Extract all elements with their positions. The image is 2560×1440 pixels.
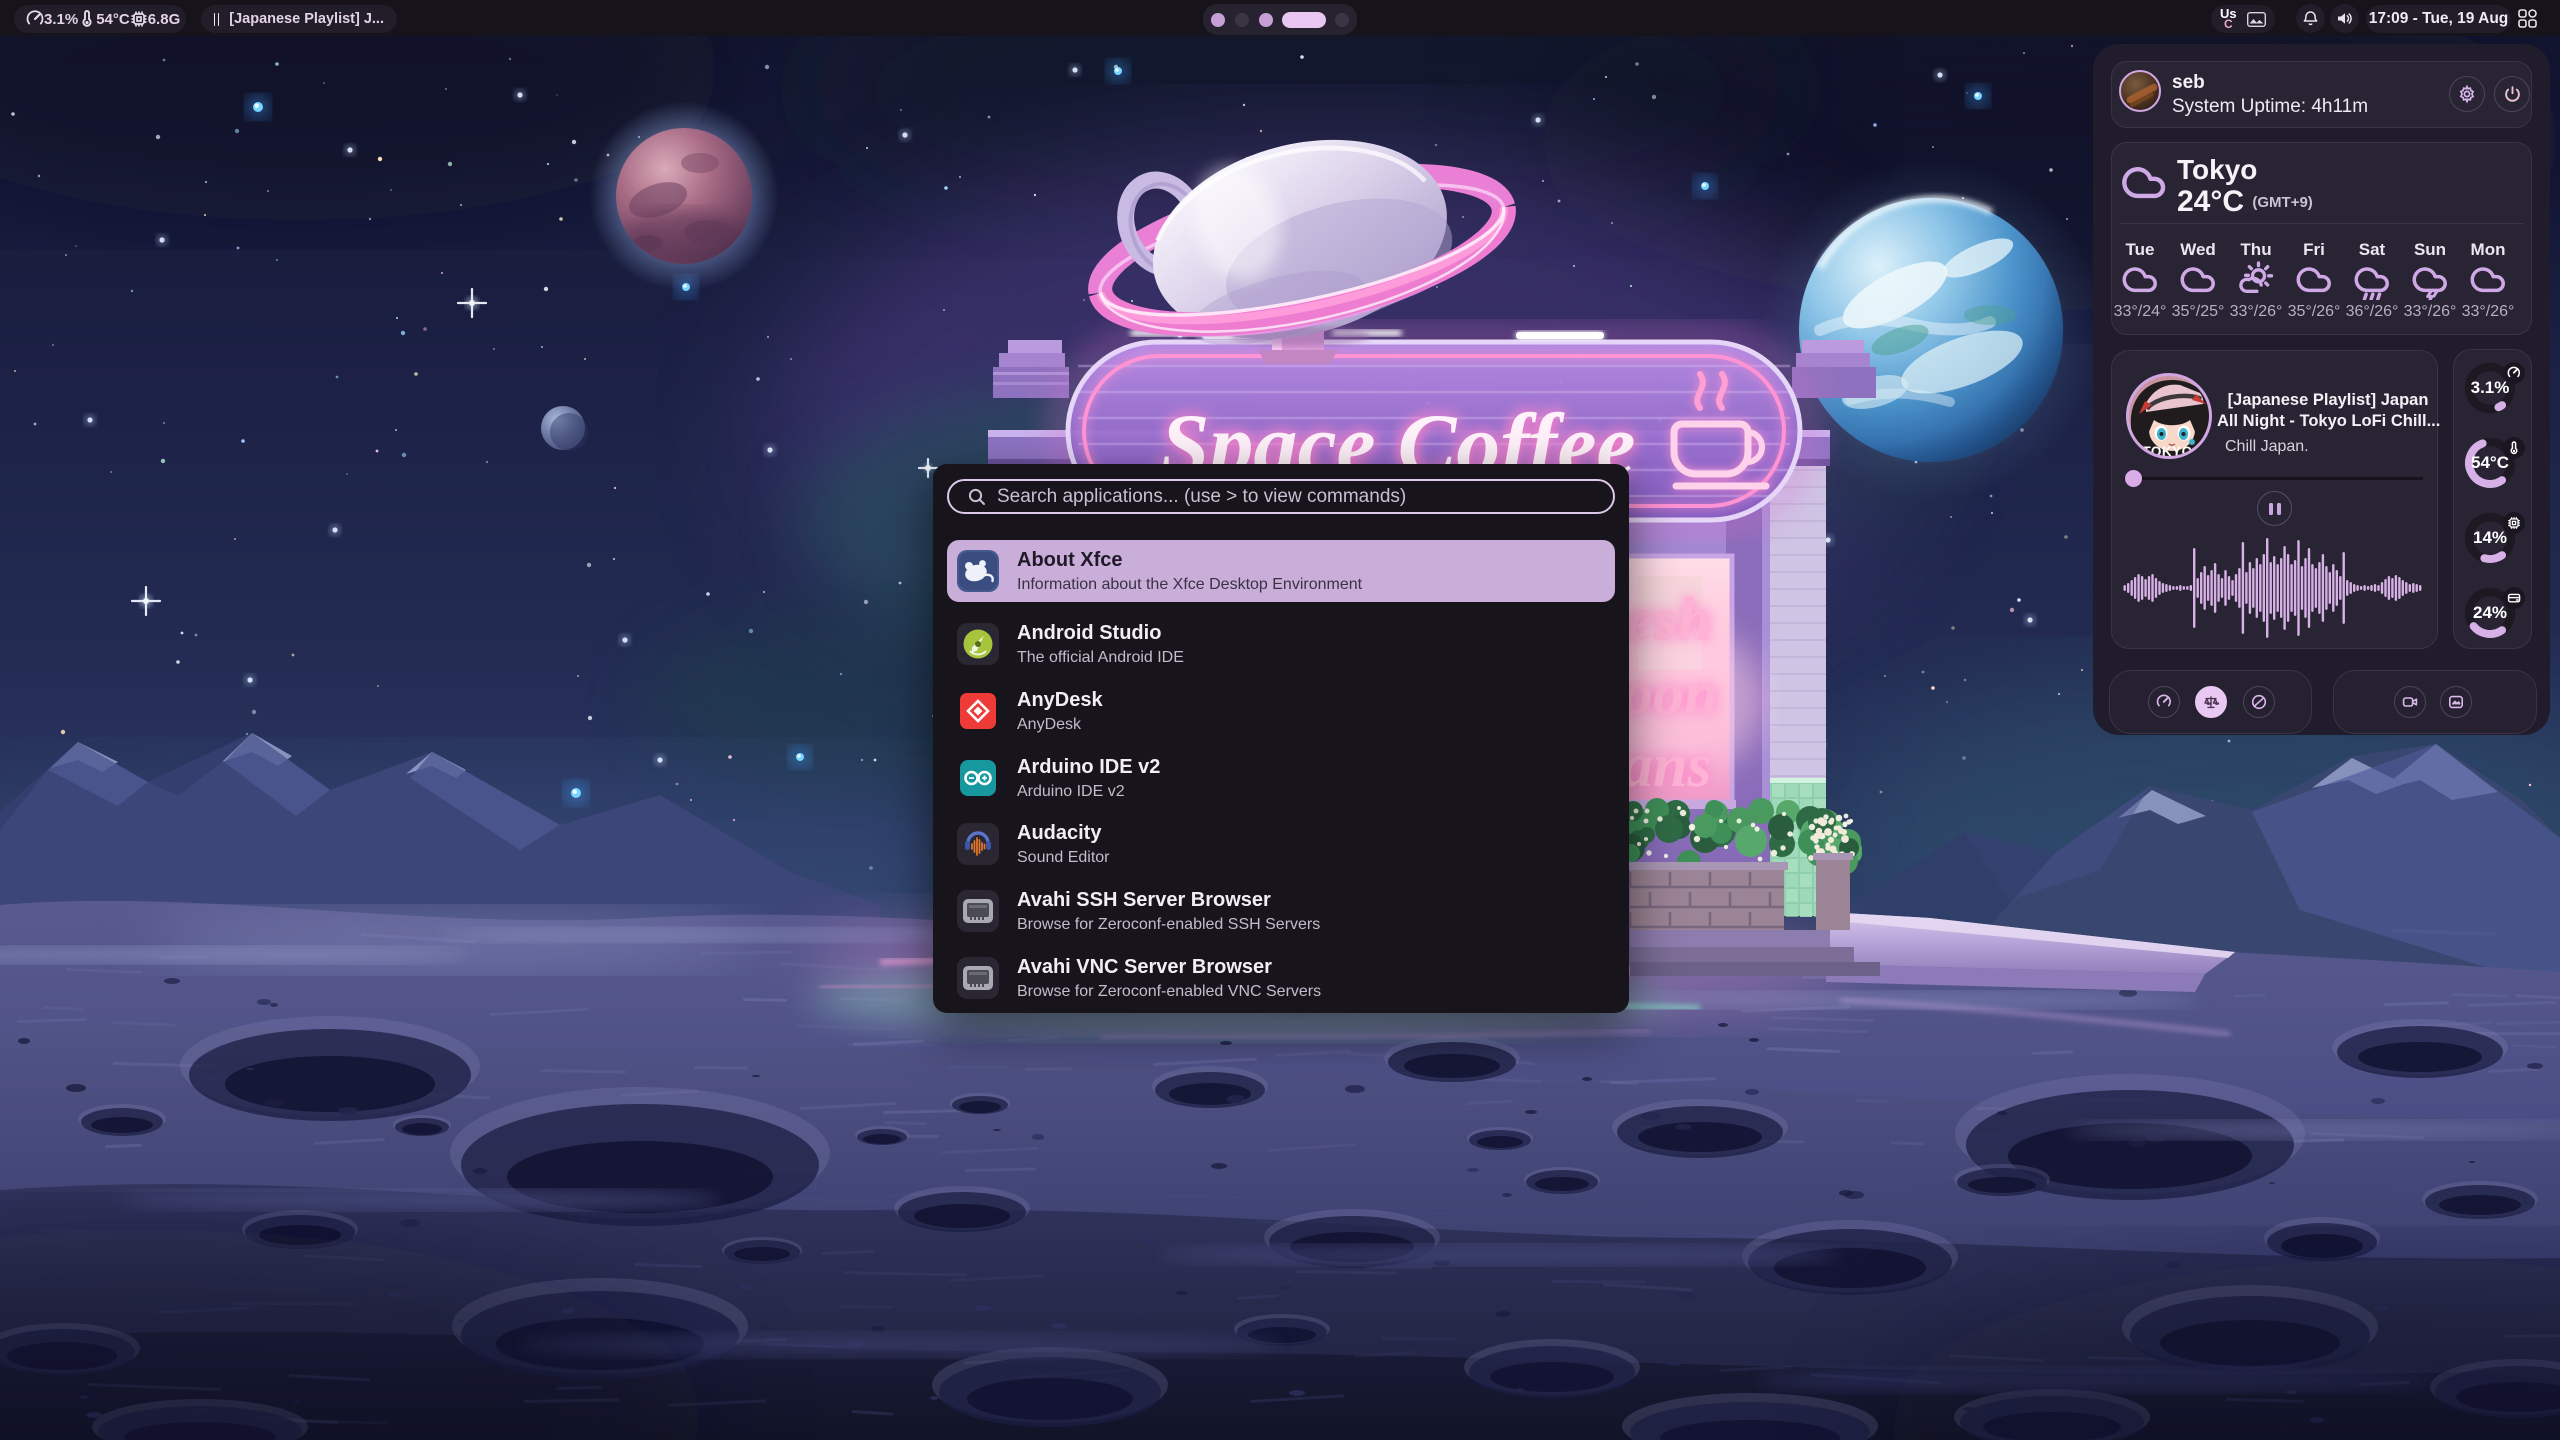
svg-text:esh: esh	[1626, 586, 1712, 654]
svg-text:ans: ans	[1622, 732, 1712, 800]
svg-text:oon: oon	[1622, 660, 1718, 728]
